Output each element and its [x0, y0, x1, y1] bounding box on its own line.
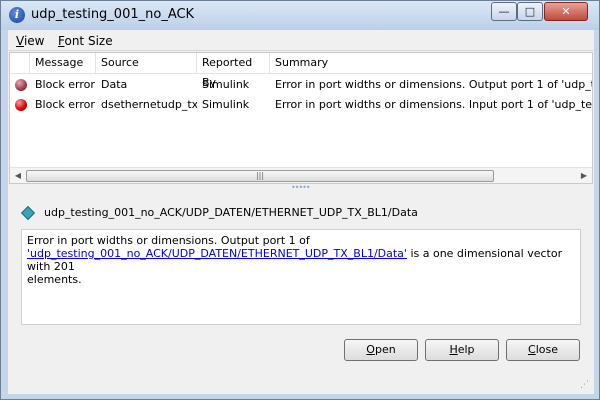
menu-bar: View Font Size [8, 30, 594, 51]
column-header-source[interactable]: Source [96, 53, 197, 74]
table-row[interactable]: Block error dsethernetudp_tx Simulink Er… [10, 95, 592, 115]
menu-font-size-label: ont Size [64, 34, 113, 48]
close-button[interactable]: Close [506, 339, 580, 361]
block-path-link[interactable]: 'udp_testing_001_no_ACK/UDP_DATEN/ETHERN… [27, 247, 407, 260]
table-header: Message Source Reported By Summary [10, 53, 592, 89]
block-path: udp_testing_001_no_ACK/UDP_DATEN/ETHERNE… [44, 206, 418, 219]
open-button-label: pen [374, 343, 396, 356]
details-line-2: 'udp_testing_001_no_ACK/UDP_DATEN/ETHERN… [27, 247, 575, 273]
column-header-summary[interactable]: Summary [270, 53, 592, 74]
column-header-message[interactable]: Message [30, 53, 96, 74]
window-title: udp_testing_001_no_ACK [31, 7, 195, 22]
minimize-button[interactable]: — [491, 2, 517, 21]
info-icon: i [9, 7, 25, 23]
table-row[interactable]: Block error Data Simulink Error in port … [10, 75, 592, 95]
maximize-button[interactable]: □ [517, 2, 543, 21]
row-summary: Error in port widths or dimensions. Inpu… [275, 98, 592, 111]
close-window-button[interactable]: ✕ [544, 2, 588, 21]
close-button-label: lose [535, 343, 558, 356]
pane-splitter-grip[interactable]: ••••• [291, 184, 311, 192]
row-reported-by: Simulink [202, 78, 250, 91]
diagnostic-viewer-window: i udp_testing_001_no_ACK — □ ✕ View Font… [0, 0, 600, 400]
help-button-accel: H [449, 343, 458, 356]
scroll-right-arrow-icon[interactable]: ▶ [576, 168, 592, 184]
row-summary: Error in port widths or dimensions. Outp… [275, 78, 592, 91]
open-button[interactable]: Open [344, 339, 418, 361]
open-button-accel: O [366, 343, 375, 356]
column-header-icon[interactable] [10, 53, 30, 74]
menu-view[interactable]: View [16, 34, 44, 48]
horizontal-scrollbar[interactable]: ◀ ||| ▶ [10, 167, 592, 183]
diagnostics-table: Message Source Reported By Summary Block… [9, 52, 593, 184]
menu-font-size[interactable]: Font Size [58, 34, 113, 48]
row-reported-by: Simulink [202, 98, 250, 111]
scrollbar-thumb[interactable]: ||| [26, 170, 494, 182]
scroll-left-arrow-icon[interactable]: ◀ [10, 168, 26, 184]
error-details-panel: Error in port widths or dimensions. Outp… [21, 229, 581, 325]
row-source: dsethernetudp_tx [101, 98, 197, 111]
help-button-label: elp [457, 343, 475, 356]
row-source: Data [101, 78, 128, 91]
help-button[interactable]: Help [425, 339, 499, 361]
error-icon [15, 99, 27, 111]
row-message: Block error [35, 98, 95, 111]
details-line-3: elements. [27, 273, 82, 286]
resize-grip-icon[interactable]: ⋰ [580, 380, 589, 390]
title-bar[interactable]: i udp_testing_001_no_ACK — □ ✕ [1, 1, 599, 30]
details-line-1: Error in port widths or dimensions. Outp… [27, 234, 310, 247]
error-icon [15, 79, 27, 91]
row-message: Block error [35, 78, 95, 91]
column-header-reported-by[interactable]: Reported By [197, 53, 270, 89]
menu-view-label: iew [23, 34, 45, 48]
client-area: View Font Size Message Source Reported B… [8, 30, 594, 394]
menu-view-accel: V [16, 34, 24, 48]
block-path-icon [20, 205, 36, 221]
close-button-accel: C [528, 343, 536, 356]
